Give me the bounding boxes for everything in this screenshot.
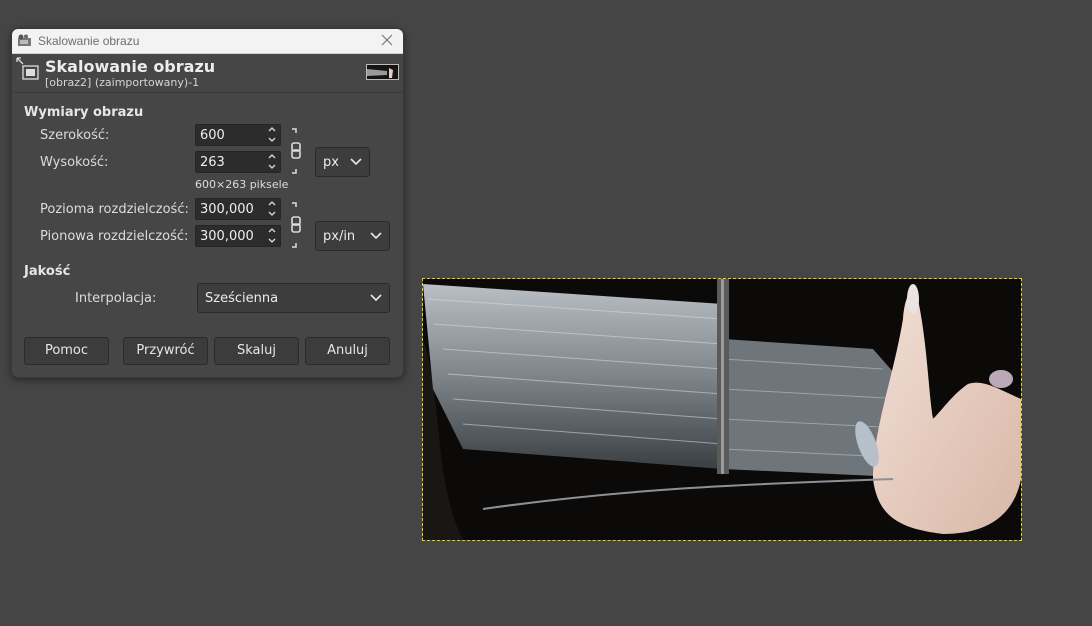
x-resolution-value: 300,000 [200, 202, 254, 217]
chain-link-icon[interactable] [289, 202, 303, 248]
height-value: 263 [200, 155, 225, 170]
scale-image-dialog: Skalowanie obrazu Skalowanie obrazu [obr… [11, 28, 404, 378]
chevron-down-icon [370, 294, 382, 302]
width-value: 600 [200, 128, 225, 143]
spin-up-icon[interactable] [266, 125, 278, 134]
size-in-pixels: 600×263 piksele [195, 178, 289, 191]
chain-link-icon[interactable] [289, 128, 303, 174]
spin-down-icon[interactable] [266, 162, 278, 171]
interpolation-label: Interpolacja: [75, 291, 157, 306]
spin-down-icon[interactable] [266, 236, 278, 245]
image-name: [obraz2] (zaimportowany)-1 [45, 76, 200, 89]
y-resolution-spinbutton[interactable]: 300,000 [195, 225, 281, 247]
scale-image-icon [16, 57, 39, 80]
scale-button[interactable]: Skaluj [214, 337, 299, 365]
spin-down-icon[interactable] [266, 209, 278, 218]
help-button[interactable]: Pomoc [24, 337, 109, 365]
dialog-header: Skalowanie obrazu [obraz2] (zaimportowan… [12, 54, 403, 93]
width-spinbutton[interactable]: 600 [195, 124, 281, 146]
cancel-button[interactable]: Anuluj [305, 337, 390, 365]
width-label: Szerokość: [40, 128, 110, 143]
spin-up-icon[interactable] [266, 226, 278, 235]
resolution-unit-dropdown[interactable]: px/in [315, 221, 390, 251]
quality-section-label: Jakość [24, 264, 71, 279]
height-spinbutton[interactable]: 263 [195, 151, 281, 173]
chevron-down-icon [350, 158, 362, 166]
height-label: Wysokość: [40, 155, 109, 170]
close-icon[interactable] [380, 32, 394, 48]
x-resolution-label: Pozioma rozdzielczość: [40, 202, 189, 217]
spin-down-icon[interactable] [266, 135, 278, 144]
reset-button[interactable]: Przywróć [123, 337, 208, 365]
image-size-section-label: Wymiary obrazu [24, 105, 144, 120]
chevron-down-icon [370, 232, 382, 240]
dialog-heading: Skalowanie obrazu [45, 57, 216, 76]
size-unit-value: px [323, 155, 339, 170]
y-resolution-label: Pionowa rozdzielczość: [40, 229, 189, 244]
interpolation-value: Sześcienna [205, 291, 279, 306]
spin-up-icon[interactable] [266, 199, 278, 208]
hair-photo [423, 279, 1021, 540]
interpolation-dropdown[interactable]: Sześcienna [197, 283, 390, 313]
title-bar[interactable]: Skalowanie obrazu [12, 29, 403, 54]
size-unit-dropdown[interactable]: px [315, 147, 370, 177]
canvas-image[interactable] [422, 278, 1022, 541]
gimp-app-icon [18, 34, 31, 46]
resolution-unit-value: px/in [323, 229, 356, 244]
x-resolution-spinbutton[interactable]: 300,000 [195, 198, 281, 220]
image-thumbnail [366, 64, 399, 80]
window-title: Skalowanie obrazu [38, 34, 140, 48]
y-resolution-value: 300,000 [200, 229, 254, 244]
spin-up-icon[interactable] [266, 152, 278, 161]
